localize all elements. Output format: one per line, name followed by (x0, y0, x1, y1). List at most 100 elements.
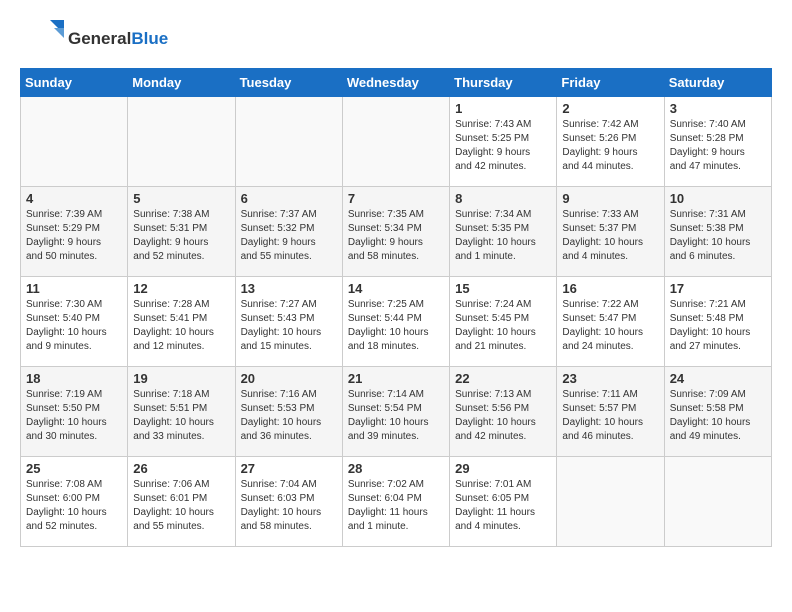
day-number: 7 (348, 191, 444, 206)
calendar-cell: 22Sunrise: 7:13 AM Sunset: 5:56 PM Dayli… (450, 367, 557, 457)
calendar-cell: 6Sunrise: 7:37 AM Sunset: 5:32 PM Daylig… (235, 187, 342, 277)
day-info: Sunrise: 7:40 AM Sunset: 5:28 PM Dayligh… (670, 118, 766, 174)
day-number: 24 (670, 371, 766, 386)
day-number: 13 (241, 281, 337, 296)
calendar-day-header: Friday (557, 69, 664, 97)
day-number: 18 (26, 371, 122, 386)
calendar-week-row: 18Sunrise: 7:19 AM Sunset: 5:50 PM Dayli… (21, 367, 772, 457)
calendar-week-row: 11 Sunrise: 7:30 AM Sunset: 5:40 PM Dayli… (21, 277, 772, 367)
calendar-cell (235, 97, 342, 187)
day-number: 9 (562, 191, 658, 206)
calendar-day-header: Sunday (21, 69, 128, 97)
calendar-cell: 9 Sunrise: 7:33 AM Sunset: 5:37 PM Daylig… (557, 187, 664, 277)
day-info: Sunrise: 7:01 AM Sunset: 6:05 PM Dayligh… (455, 478, 551, 534)
calendar-day-header: Saturday (664, 69, 771, 97)
day-number: 26 (133, 461, 229, 476)
day-info: Sunrise: 7:09 AM Sunset: 5:58 PM Dayligh… (670, 388, 766, 444)
calendar-cell: 12 Sunrise: 7:28 AM Sunset: 5:41 PM Dayli… (128, 277, 235, 367)
day-number: 5 (133, 191, 229, 206)
day-number: 1 (455, 101, 551, 116)
calendar-cell: 10Sunrise: 7:31 AM Sunset: 5:38 PM Dayli… (664, 187, 771, 277)
calendar-header-row: SundayMondayTuesdayWednesdayThursdayFrid… (21, 69, 772, 97)
calendar-day-header: Wednesday (342, 69, 449, 97)
calendar-cell: 21 Sunrise: 7:14 AM Sunset: 5:54 PM Dayli… (342, 367, 449, 457)
calendar-day-header: Thursday (450, 69, 557, 97)
calendar-cell: 20 Sunrise: 7:16 AM Sunset: 5:53 PM Dayli… (235, 367, 342, 457)
day-number: 23 (562, 371, 658, 386)
day-number: 12 (133, 281, 229, 296)
calendar-day-header: Tuesday (235, 69, 342, 97)
day-info: Sunrise: 7:35 AM Sunset: 5:34 PM Dayligh… (348, 208, 444, 264)
day-info: Sunrise: 7:18 AM Sunset: 5:51 PM Dayligh… (133, 388, 229, 444)
day-info: Sunrise: 7:08 AM Sunset: 6:00 PM Dayligh… (26, 478, 122, 534)
day-info: Sunrise: 7:25 AM Sunset: 5:44 PM Dayligh… (348, 298, 444, 354)
day-number: 29 (455, 461, 551, 476)
day-info: Sunrise: 7:42 AM Sunset: 5:26 PM Dayligh… (562, 118, 658, 174)
calendar-cell (21, 97, 128, 187)
calendar-cell: 24 Sunrise: 7:09 AM Sunset: 5:58 PM Dayli… (664, 367, 771, 457)
logo-blue-text: Blue (131, 29, 168, 48)
calendar-cell: 8 Sunrise: 7:34 AM Sunset: 5:35 PM Daylig… (450, 187, 557, 277)
calendar-cell: 25 Sunrise: 7:08 AM Sunset: 6:00 PM Dayli… (21, 457, 128, 547)
day-number: 16 (562, 281, 658, 296)
day-number: 22 (455, 371, 551, 386)
day-number: 3 (670, 101, 766, 116)
day-number: 10 (670, 191, 766, 206)
day-info: Sunrise: 7:28 AM Sunset: 5:41 PM Dayligh… (133, 298, 229, 354)
day-info: Sunrise: 7:39 AM Sunset: 5:29 PM Dayligh… (26, 208, 122, 264)
calendar-cell (664, 457, 771, 547)
logo: GeneralBlue (20, 20, 168, 58)
calendar-day-header: Monday (128, 69, 235, 97)
day-number: 25 (26, 461, 122, 476)
day-number: 19 (133, 371, 229, 386)
day-number: 15 (455, 281, 551, 296)
day-info: Sunrise: 7:11 AM Sunset: 5:57 PM Dayligh… (562, 388, 658, 444)
calendar-cell: 1 Sunrise: 7:43 AM Sunset: 5:25 PM Daylig… (450, 97, 557, 187)
day-info: Sunrise: 7:21 AM Sunset: 5:48 PM Dayligh… (670, 298, 766, 354)
calendar-cell: 14 Sunrise: 7:25 AM Sunset: 5:44 PM Dayli… (342, 277, 449, 367)
calendar-cell: 29 Sunrise: 7:01 AM Sunset: 6:05 PM Dayli… (450, 457, 557, 547)
calendar-table: SundayMondayTuesdayWednesdayThursdayFrid… (20, 68, 772, 547)
calendar-cell: 18Sunrise: 7:19 AM Sunset: 5:50 PM Dayli… (21, 367, 128, 457)
calendar-cell: 2 Sunrise: 7:42 AM Sunset: 5:26 PM Daylig… (557, 97, 664, 187)
calendar-cell: 11 Sunrise: 7:30 AM Sunset: 5:40 PM Dayli… (21, 277, 128, 367)
day-info: Sunrise: 7:37 AM Sunset: 5:32 PM Dayligh… (241, 208, 337, 264)
day-info: Sunrise: 7:34 AM Sunset: 5:35 PM Dayligh… (455, 208, 551, 264)
calendar-cell: 16 Sunrise: 7:22 AM Sunset: 5:47 PM Dayli… (557, 277, 664, 367)
calendar-cell: 5Sunrise: 7:38 AM Sunset: 5:31 PM Daylig… (128, 187, 235, 277)
calendar-cell: 28Sunrise: 7:02 AM Sunset: 6:04 PM Dayli… (342, 457, 449, 547)
day-info: Sunrise: 7:43 AM Sunset: 5:25 PM Dayligh… (455, 118, 551, 174)
day-number: 4 (26, 191, 122, 206)
day-info: Sunrise: 7:27 AM Sunset: 5:43 PM Dayligh… (241, 298, 337, 354)
calendar-cell: 13 Sunrise: 7:27 AM Sunset: 5:43 PM Dayli… (235, 277, 342, 367)
day-number: 11 (26, 281, 122, 296)
calendar-cell: 17 Sunrise: 7:21 AM Sunset: 5:48 PM Dayli… (664, 277, 771, 367)
day-info: Sunrise: 7:30 AM Sunset: 5:40 PM Dayligh… (26, 298, 122, 354)
calendar-cell: 15Sunrise: 7:24 AM Sunset: 5:45 PM Dayli… (450, 277, 557, 367)
logo-svg (20, 20, 64, 58)
day-number: 21 (348, 371, 444, 386)
calendar-cell: 7 Sunrise: 7:35 AM Sunset: 5:34 PM Daylig… (342, 187, 449, 277)
day-info: Sunrise: 7:04 AM Sunset: 6:03 PM Dayligh… (241, 478, 337, 534)
day-info: Sunrise: 7:22 AM Sunset: 5:47 PM Dayligh… (562, 298, 658, 354)
logo-general-text: General (68, 29, 131, 48)
day-number: 17 (670, 281, 766, 296)
day-number: 2 (562, 101, 658, 116)
day-info: Sunrise: 7:06 AM Sunset: 6:01 PM Dayligh… (133, 478, 229, 534)
day-number: 8 (455, 191, 551, 206)
calendar-cell (557, 457, 664, 547)
calendar-week-row: 1 Sunrise: 7:43 AM Sunset: 5:25 PM Daylig… (21, 97, 772, 187)
day-number: 28 (348, 461, 444, 476)
day-info: Sunrise: 7:16 AM Sunset: 5:53 PM Dayligh… (241, 388, 337, 444)
calendar-cell: 23 Sunrise: 7:11 AM Sunset: 5:57 PM Dayli… (557, 367, 664, 457)
calendar-cell: 27Sunrise: 7:04 AM Sunset: 6:03 PM Dayli… (235, 457, 342, 547)
day-number: 14 (348, 281, 444, 296)
day-number: 20 (241, 371, 337, 386)
calendar-cell: 3 Sunrise: 7:40 AM Sunset: 5:28 PM Daylig… (664, 97, 771, 187)
calendar-cell: 4 Sunrise: 7:39 AM Sunset: 5:29 PM Daylig… (21, 187, 128, 277)
day-info: Sunrise: 7:14 AM Sunset: 5:54 PM Dayligh… (348, 388, 444, 444)
calendar-cell (128, 97, 235, 187)
calendar-cell: 26 Sunrise: 7:06 AM Sunset: 6:01 PM Dayli… (128, 457, 235, 547)
day-info: Sunrise: 7:33 AM Sunset: 5:37 PM Dayligh… (562, 208, 658, 264)
calendar-week-row: 4 Sunrise: 7:39 AM Sunset: 5:29 PM Daylig… (21, 187, 772, 277)
